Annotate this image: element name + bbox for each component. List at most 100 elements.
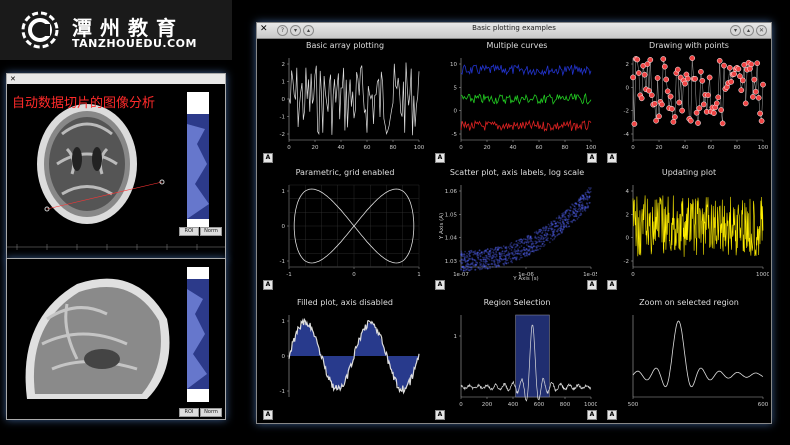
x-tick-label: 40 xyxy=(510,145,517,151)
auto-range-button[interactable]: A xyxy=(263,153,273,163)
auto-range-button[interactable]: A xyxy=(607,280,617,290)
scatter-point xyxy=(479,264,481,266)
x-tick-label: 60 xyxy=(708,145,715,151)
scatter-point xyxy=(569,209,571,212)
data-point xyxy=(700,101,707,108)
roi-button-2[interactable]: ROI xyxy=(179,408,199,417)
plot-canvas[interactable]: 0 20 40 60 80 100 10 5 0 -5 xyxy=(437,54,597,154)
scatter-point xyxy=(561,218,564,221)
scatter-point xyxy=(474,268,477,271)
auto-range-button[interactable]: A xyxy=(263,280,273,290)
scatter-point xyxy=(541,235,544,238)
auto-range-button[interactable]: A xyxy=(435,153,445,163)
curve xyxy=(288,62,420,136)
x-tick-label: 20 xyxy=(484,145,491,151)
x-tick-label: 1000 xyxy=(756,272,769,278)
x-tick-label: 0 xyxy=(631,145,635,151)
y-tick-label: 0 xyxy=(282,224,286,230)
auto-range-button-right[interactable]: A xyxy=(587,410,597,420)
plot-canvas[interactable]: 1 0 -1 xyxy=(265,311,425,411)
data-point xyxy=(755,94,762,101)
data-point xyxy=(659,101,665,108)
left-titlebar: ✕ xyxy=(7,74,225,84)
y-tick-label: 5 xyxy=(454,85,458,91)
y-axis-label: Y Axis (A) xyxy=(439,213,445,240)
scatter-point xyxy=(571,220,573,223)
scatter-point xyxy=(546,232,549,235)
scatter-point xyxy=(511,261,514,264)
norm-button[interactable]: Norm xyxy=(200,227,222,236)
scatter-point xyxy=(480,268,483,270)
data-point xyxy=(758,118,765,124)
scatter-point xyxy=(522,247,525,249)
scatter-point xyxy=(482,258,485,261)
scatter-point xyxy=(501,250,504,253)
x-tick-label: 0 xyxy=(459,402,463,408)
plot-canvas[interactable]: 0 1000 4 2 0 -2 xyxy=(609,181,769,281)
plot-canvas[interactable]: 0 20 40 60 80 10020-2-4 xyxy=(609,54,769,154)
plot-canvas[interactable]: -1 0 1 1 0 -1 xyxy=(265,181,425,281)
scatter-point xyxy=(583,209,586,211)
x-tick-label: 100 xyxy=(414,145,425,151)
scatter-point xyxy=(520,250,523,253)
y-tick-label: 0 xyxy=(454,109,458,115)
scatter-point xyxy=(498,252,501,255)
sagittal-brain-image xyxy=(7,259,225,419)
scatter-point xyxy=(495,255,498,257)
plot-title: Region Selection xyxy=(483,298,551,307)
auto-range-button[interactable]: A xyxy=(435,280,445,290)
scatter-point xyxy=(460,268,463,271)
scatter-point xyxy=(582,195,585,197)
data-point xyxy=(713,100,720,107)
plot-canvas[interactable]: 0 20 40 60 80 100 2 1 0 -1 -2 xyxy=(265,54,425,154)
x-tick-label: 20 xyxy=(312,145,319,151)
y-tick-label: -5 xyxy=(452,132,458,138)
auto-range-button-right[interactable]: A xyxy=(587,153,597,163)
scatter-point xyxy=(534,240,537,243)
auto-range-button-right[interactable]: A xyxy=(587,280,597,290)
data-point xyxy=(728,78,735,85)
close-button[interactable]: ✕ xyxy=(756,25,767,36)
plot-canvas[interactable]: 0 200 400 600 800 1000 1 xyxy=(437,311,597,411)
x-tick-label: 0 xyxy=(631,272,635,278)
region-selection[interactable] xyxy=(515,314,550,398)
scatter-point xyxy=(505,262,508,265)
scatter-point xyxy=(476,261,478,264)
scatter-point xyxy=(525,244,528,246)
auto-range-button[interactable]: A xyxy=(435,410,445,420)
data-point xyxy=(682,80,688,87)
scatter-point xyxy=(527,245,530,247)
x-tick-label: 1000 xyxy=(584,402,597,408)
norm-button-2[interactable]: Norm xyxy=(200,408,222,417)
minimize-button[interactable]: ▾ xyxy=(730,25,741,36)
x-tick-label: 0 xyxy=(287,145,291,151)
scatter-point xyxy=(468,254,471,257)
scatter-point xyxy=(486,248,489,251)
plot-canvas[interactable]: 1e-071e-061e-051.061.051.041.03Y Axis (s… xyxy=(437,181,597,281)
y-tick-label: 1 xyxy=(282,189,286,195)
scatter-point xyxy=(519,238,522,241)
scatter-point xyxy=(484,267,487,270)
scatter-point xyxy=(547,227,550,230)
close-icon[interactable]: ✕ xyxy=(10,75,16,83)
scatter-point xyxy=(580,201,583,203)
scatter-point xyxy=(547,223,550,226)
scatter-point xyxy=(531,241,534,243)
scatter-point xyxy=(461,265,464,268)
scatter-point xyxy=(508,252,511,255)
scatter-point xyxy=(577,216,580,219)
scatter-point xyxy=(538,236,541,239)
auto-range-button[interactable]: A xyxy=(607,410,617,420)
scatter-point xyxy=(556,221,559,223)
scatter-point xyxy=(467,263,470,266)
scatter-point xyxy=(504,258,506,261)
scatter-point xyxy=(478,253,481,255)
scatter-point xyxy=(472,253,475,256)
roi-button[interactable]: ROI xyxy=(179,227,199,236)
auto-range-button[interactable]: A xyxy=(263,410,273,420)
auto-range-button[interactable]: A xyxy=(607,153,617,163)
data-point xyxy=(751,76,758,83)
maximize-button[interactable]: ▴ xyxy=(743,25,754,36)
x-tick-label: 80 xyxy=(734,145,741,151)
plot-canvas[interactable]: 500 600 xyxy=(609,311,769,411)
